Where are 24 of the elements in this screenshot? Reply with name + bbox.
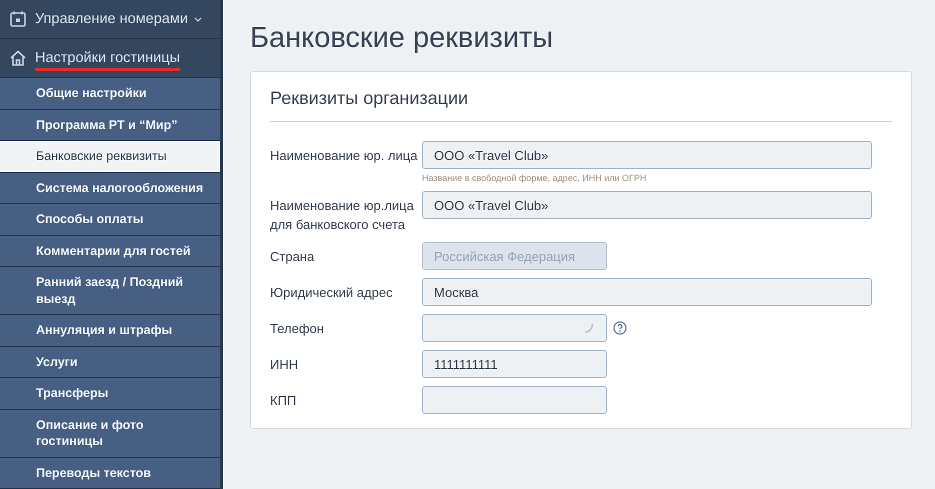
field-label: КПП [270, 392, 298, 410]
input-field[interactable]: 1111111111 [422, 350, 607, 378]
page-title: Банковские реквизиты [250, 22, 554, 55]
input-field[interactable]: ООО «Travel Club» [422, 191, 872, 219]
field-hint: Название в свободной форме, адрес, ИНН или ОГРН [422, 173, 648, 183]
home-icon [9, 49, 27, 67]
sidebar-section[interactable]: Настройки гостиницы [0, 39, 220, 78]
phone-icon [583, 322, 595, 334]
field-label: Страна [270, 248, 316, 266]
input-field[interactable] [422, 314, 607, 342]
calendar-icon [9, 10, 27, 28]
sidebar-item[interactable]: Банковские реквизиты [0, 141, 220, 172]
help-icon[interactable] [613, 321, 627, 335]
input-field[interactable]: ООО «Travel Club» [422, 141, 872, 169]
field-label: Телефон [270, 320, 325, 338]
field-label: Юридический адрес [270, 284, 394, 302]
input-field[interactable]: Москва [422, 278, 872, 306]
sidebar-section[interactable]: Управление номерами [0, 0, 220, 39]
input-field[interactable] [422, 386, 607, 414]
field-label: ИНН [270, 356, 300, 374]
field-label: Наименование юр.лица для банковского счета [270, 197, 415, 234]
field-label: Наименование юр. лица [270, 147, 418, 165]
card-title: Реквизиты организации [270, 88, 470, 109]
caret-icon [194, 16, 202, 22]
